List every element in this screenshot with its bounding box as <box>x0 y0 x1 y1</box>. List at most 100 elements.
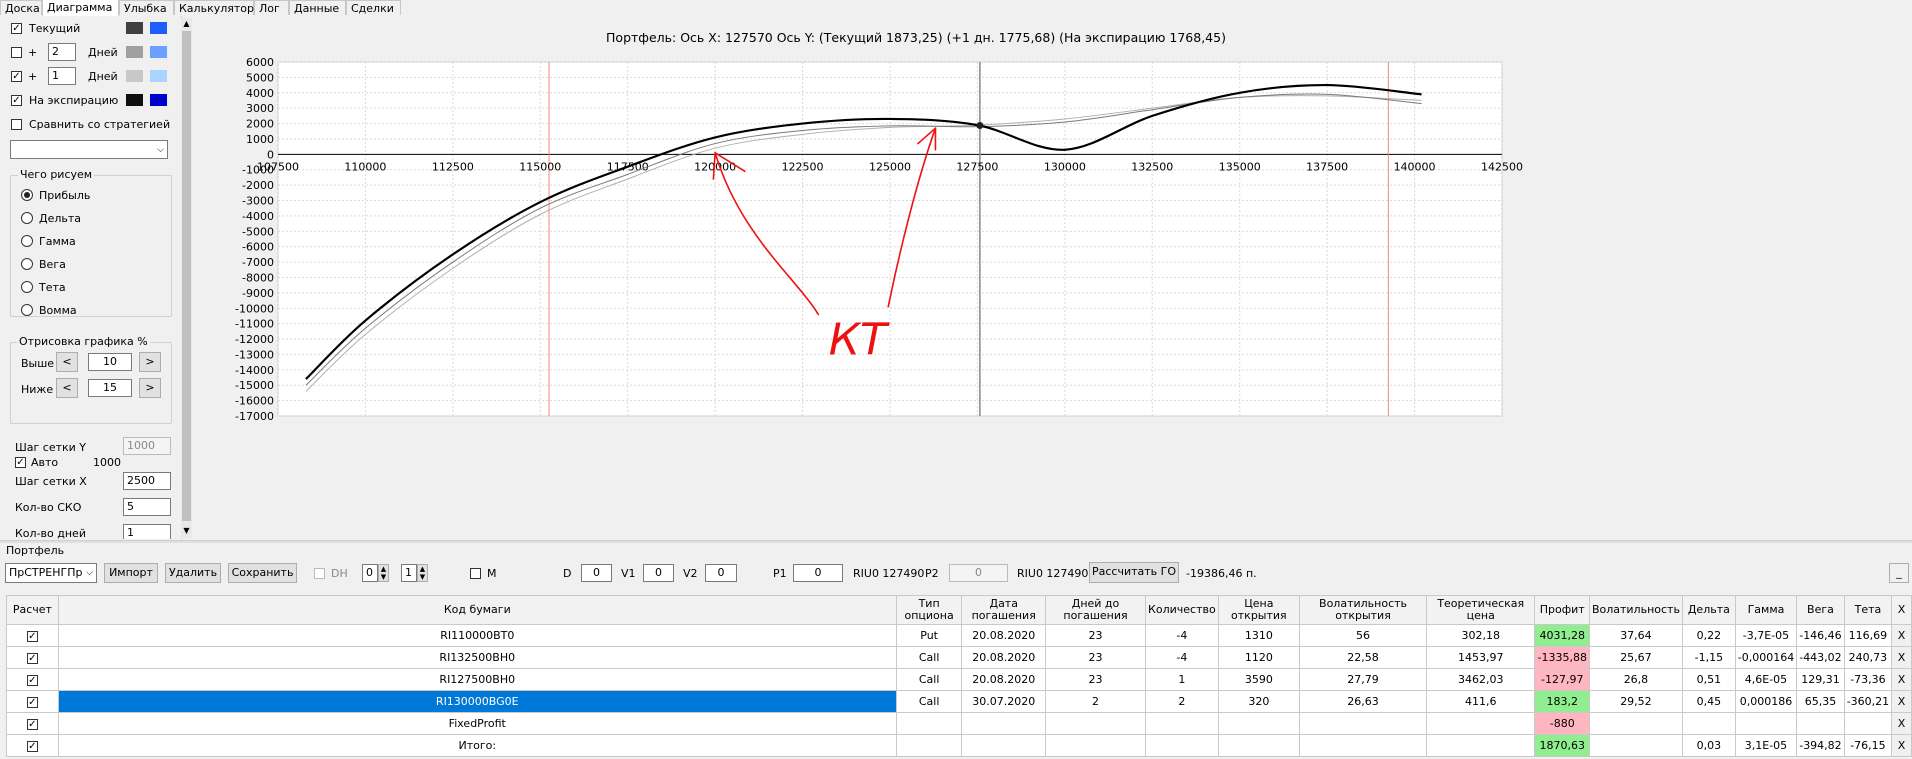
above-input[interactable]: 10 <box>88 353 132 371</box>
days-input-1[interactable]: 2 <box>48 43 76 61</box>
days-input-2[interactable]: 1 <box>48 67 76 85</box>
col-header-open-price[interactable]: Цена открытия <box>1217 595 1301 625</box>
dh-input-1[interactable]: 0 <box>362 564 378 582</box>
delete-button[interactable]: Удалить <box>165 563 221 583</box>
scroll-down-icon[interactable]: ▼ <box>182 526 191 535</box>
minimize-button[interactable]: _ <box>1889 563 1909 583</box>
calculate-go-button[interactable]: Рассчитать ГО <box>1089 562 1179 583</box>
import-button[interactable]: Импорт <box>104 563 158 583</box>
plus1-color-swatch[interactable] <box>126 46 143 58</box>
tab-deals[interactable]: Сделки <box>346 0 401 15</box>
row-calc-checkbox[interactable]: ✓ <box>26 675 38 686</box>
dh-input-2[interactable]: 1 <box>401 564 417 582</box>
col-header-code[interactable]: Код бумаги <box>57 595 897 625</box>
exp-color-swatch-2[interactable] <box>150 94 167 106</box>
grid-y-input[interactable]: 1000 <box>123 437 171 455</box>
cell-remove[interactable]: X <box>1891 690 1912 713</box>
cell-remove[interactable]: X <box>1891 712 1912 735</box>
radio-profit[interactable] <box>21 189 33 201</box>
cell-code[interactable]: FixedProfit <box>57 712 897 735</box>
below-input[interactable]: 15 <box>88 379 132 397</box>
v1-input[interactable]: 0 <box>643 564 674 582</box>
radio-delta[interactable] <box>21 212 33 224</box>
profit-chart[interactable]: Портфель: Ось X: 127570 Ось Y: (Текущий … <box>194 16 1912 540</box>
sko-input[interactable]: 5 <box>123 498 171 516</box>
table-row[interactable]: ✓ FixedProfit -880 X <box>6 712 1912 735</box>
col-header-vega[interactable]: Вега <box>1796 595 1845 625</box>
scroll-thumb[interactable] <box>182 31 191 521</box>
cell-remove[interactable]: X <box>1891 624 1912 647</box>
cell-remove[interactable]: X <box>1891 646 1912 669</box>
col-header-vol[interactable]: Волатильность <box>1588 595 1683 625</box>
cell-code[interactable]: RI110000BT0 <box>57 624 897 647</box>
col-header-delta[interactable]: Дельта <box>1681 595 1736 625</box>
compare-checkbox[interactable] <box>11 119 22 130</box>
table-row[interactable]: ✓ RI130000BG0E Call 30.07.2020 2 2 320 26,63 411… <box>6 690 1912 713</box>
tab-diagram[interactable]: Диаграмма <box>42 0 119 16</box>
col-header-theta[interactable]: Тета <box>1843 595 1893 625</box>
tab-log[interactable]: Лог <box>254 0 289 15</box>
scroll-up-icon[interactable]: ▲ <box>182 19 191 28</box>
plus2-color-swatch[interactable] <box>126 70 143 82</box>
radio-vomma[interactable] <box>21 304 33 316</box>
table-row[interactable]: ✓ RI132500BH0 Call 20.08.2020 23 -4 1120 22,58 1… <box>6 646 1912 669</box>
radio-gamma[interactable] <box>21 235 33 247</box>
current-color-swatch-2[interactable] <box>150 22 167 34</box>
dh-checkbox[interactable] <box>314 568 325 579</box>
p1-input[interactable]: 0 <box>793 564 843 582</box>
below-increase-button[interactable]: > <box>139 378 161 398</box>
exp-color-swatch[interactable] <box>126 94 143 106</box>
col-header-days[interactable]: Дней до погашения <box>1044 595 1147 625</box>
current-color-swatch[interactable] <box>126 22 143 34</box>
col-header-open-vol[interactable]: Волатильность открытия <box>1299 595 1427 625</box>
tab-data[interactable]: Данные <box>289 0 346 15</box>
auto-checkbox[interactable]: ✓ <box>15 457 26 468</box>
plus-days-1-checkbox[interactable] <box>11 47 22 58</box>
row-calc-checkbox[interactable]: ✓ <box>26 653 38 664</box>
table-row[interactable]: ✓ Итого: 1870,63 0,03 3,1E-05 -394,82 -76,15 X <box>6 734 1912 757</box>
cell-code[interactable]: RI127500BH0 <box>57 668 897 691</box>
above-increase-button[interactable]: > <box>139 352 161 372</box>
cell-code[interactable]: RI130000BG0E <box>57 690 897 713</box>
expiration-checkbox[interactable]: ✓ <box>11 95 22 106</box>
v2-input[interactable]: 0 <box>705 564 737 582</box>
dh-spinner-2[interactable]: ▲ ▼ <box>417 564 428 582</box>
save-button[interactable]: Сохранить <box>228 563 297 583</box>
table-row[interactable]: ✓ RI127500BH0 Call 20.08.2020 23 1 3590 27,79 34… <box>6 668 1912 691</box>
col-header-type[interactable]: Тип опциона <box>895 595 963 625</box>
cell-remove[interactable]: X <box>1891 734 1912 757</box>
col-header-theo-price[interactable]: Теоретическая цена <box>1425 595 1536 625</box>
plus-days-2-checkbox[interactable]: ✓ <box>11 71 22 82</box>
p2-input[interactable]: 0 <box>949 564 1008 582</box>
row-calc-checkbox[interactable]: ✓ <box>26 697 38 708</box>
settings-scrollbar[interactable]: ▲ ▼ <box>181 18 192 538</box>
cell-remove[interactable]: X <box>1891 668 1912 691</box>
row-calc-checkbox[interactable]: ✓ <box>26 719 38 730</box>
dh-spinner-1[interactable]: ▲ ▼ <box>378 564 389 582</box>
table-row[interactable]: ✓ RI110000BT0 Put 20.08.2020 23 -4 1310 56 302,1… <box>6 624 1912 647</box>
days-count-input[interactable]: 1 <box>123 524 171 539</box>
col-header-gamma[interactable]: Гамма <box>1734 595 1798 625</box>
col-header-remove[interactable]: X <box>1891 595 1912 625</box>
strategy-dropdown[interactable]: ⌵ <box>10 140 168 159</box>
radio-theta[interactable] <box>21 281 33 293</box>
col-header-profit[interactable]: Профит <box>1534 595 1590 625</box>
radio-vega[interactable] <box>21 258 33 270</box>
plus2-color-swatch-2[interactable] <box>150 70 167 82</box>
col-header-date[interactable]: Дата погашения <box>961 595 1046 625</box>
above-decrease-button[interactable]: < <box>56 352 78 372</box>
tab-board[interactable]: Доска <box>0 0 42 15</box>
tab-calculator[interactable]: Калькулятор <box>174 0 254 15</box>
portfolio-select[interactable]: ПрСТРЕНГПр ⌵ <box>5 563 97 583</box>
row-calc-checkbox[interactable]: ✓ <box>26 631 38 642</box>
cell-code[interactable]: Итого: <box>57 734 897 757</box>
col-header-calc[interactable]: Расчет <box>6 595 59 625</box>
plus1-color-swatch-2[interactable] <box>150 46 167 58</box>
row-calc-checkbox[interactable]: ✓ <box>26 741 38 752</box>
current-checkbox[interactable]: ✓ <box>11 23 22 34</box>
tab-smile[interactable]: Улыбка <box>119 0 174 15</box>
m-checkbox[interactable] <box>470 568 481 579</box>
cell-code[interactable]: RI132500BH0 <box>57 646 897 669</box>
d-input[interactable]: 0 <box>581 564 612 582</box>
below-decrease-button[interactable]: < <box>56 378 78 398</box>
